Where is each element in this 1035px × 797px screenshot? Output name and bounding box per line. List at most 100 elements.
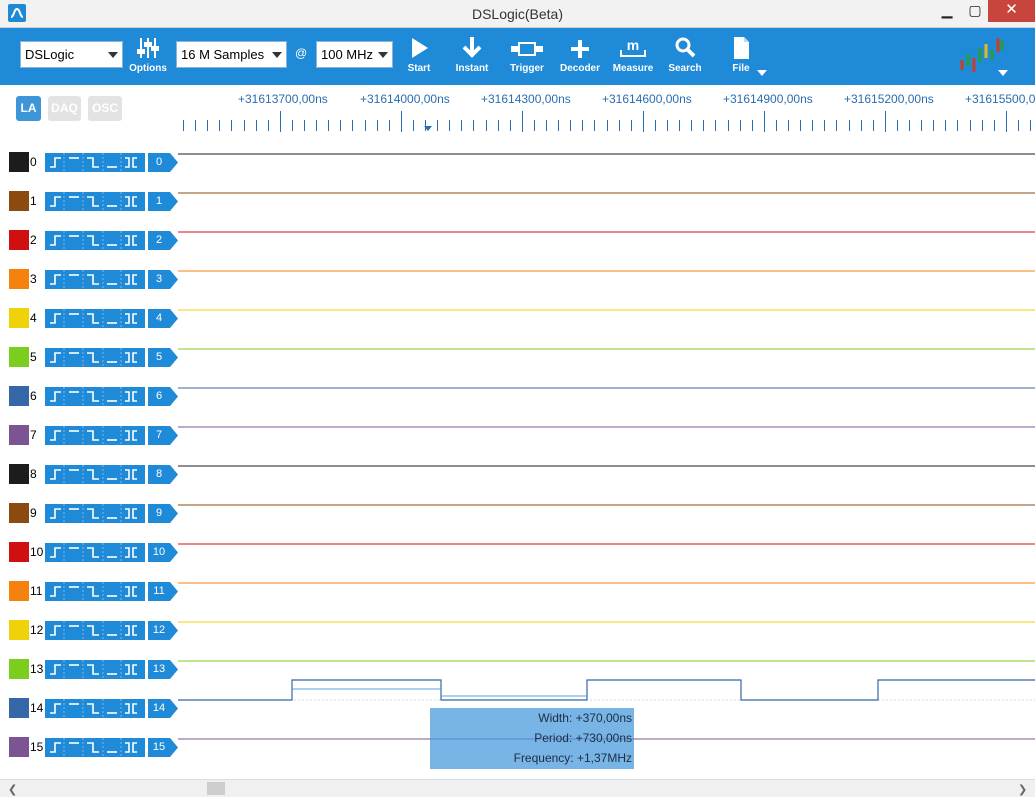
file-menu-arrow-icon[interactable] <box>757 70 767 76</box>
channel-tag[interactable]: 3 <box>148 270 178 289</box>
channel-tag[interactable]: 9 <box>148 504 178 523</box>
channel-tag[interactable]: 2 <box>148 231 178 250</box>
channel-number: 14 <box>30 701 44 715</box>
channel-tag[interactable]: 5 <box>148 348 178 367</box>
channel-tag[interactable]: 13 <box>148 660 178 679</box>
svg-text:m: m <box>627 37 639 53</box>
horizontal-scrollbar[interactable]: ❮ ❯ <box>0 779 1035 797</box>
channel-color-swatch[interactable] <box>9 464 29 484</box>
channel-tag[interactable]: 8 <box>148 465 178 484</box>
mode-tab-osc[interactable]: OSC <box>88 96 122 121</box>
channel-color-swatch[interactable] <box>9 191 29 211</box>
channel-color-swatch[interactable] <box>9 698 29 718</box>
measure-button[interactable]: m Measure <box>613 36 654 80</box>
channel-tag[interactable]: 7 <box>148 426 178 445</box>
mode-tab-daq[interactable]: DAQ <box>48 96 81 121</box>
channel-tag[interactable]: 14 <box>148 699 178 718</box>
channel-tag[interactable]: 11 <box>148 582 178 601</box>
channel-trigger-selector[interactable] <box>45 153 145 172</box>
channel-trigger-selector[interactable] <box>45 192 145 211</box>
ruler-tick <box>461 120 462 131</box>
scroll-thumb[interactable] <box>207 782 225 795</box>
sample-count-select[interactable]: 16 M Samples <box>176 41 287 68</box>
instant-button[interactable]: Instant <box>455 36 489 80</box>
channel-color-swatch[interactable] <box>9 386 29 406</box>
channel-trigger-selector[interactable] <box>45 660 145 679</box>
channel-trigger-selector[interactable] <box>45 582 145 601</box>
minimize-button[interactable]: ▁ <box>932 0 962 22</box>
channel-tag[interactable]: 6 <box>148 387 178 406</box>
channel-color-swatch[interactable] <box>9 503 29 523</box>
channel-color-swatch[interactable] <box>9 269 29 289</box>
channel-trigger-selector[interactable] <box>45 543 145 562</box>
channel-color-swatch[interactable] <box>9 737 29 757</box>
trigger-icon <box>510 36 544 60</box>
channel-color-swatch[interactable] <box>9 152 29 172</box>
mode-tab-la[interactable]: LA <box>16 96 41 121</box>
scroll-left-icon[interactable]: ❮ <box>8 783 17 796</box>
scroll-right-icon[interactable]: ❯ <box>1018 783 1027 796</box>
channel-color-swatch[interactable] <box>9 659 29 679</box>
channel-number: 1 <box>30 194 37 208</box>
start-button[interactable]: Start <box>402 36 436 80</box>
channel-color-swatch[interactable] <box>9 347 29 367</box>
ruler-tick <box>812 120 813 131</box>
waveform-view[interactable] <box>178 136 1035 781</box>
channel-trigger-selector[interactable] <box>45 270 145 289</box>
ruler-tick <box>982 120 983 131</box>
ruler-tick <box>994 120 995 131</box>
trigger-button[interactable]: Trigger <box>510 36 544 80</box>
channel-color-swatch[interactable] <box>9 620 29 640</box>
at-separator: @ <box>295 46 308 60</box>
channel-tag-label: 9 <box>155 507 163 519</box>
maximize-button[interactable]: ▢ <box>960 0 990 22</box>
close-button[interactable]: ✕ <box>988 0 1035 22</box>
ruler-tick <box>631 120 632 131</box>
channel-number: 11 <box>30 584 43 598</box>
channel-trigger-selector[interactable] <box>45 504 145 523</box>
ruler-tick <box>619 120 620 131</box>
options-button[interactable]: Options <box>129 36 167 80</box>
ruler-tick <box>594 120 595 131</box>
channel-color-swatch[interactable] <box>9 581 29 601</box>
channel-tag[interactable]: 10 <box>148 543 178 562</box>
ruler-tick <box>776 120 777 131</box>
channel-number: 13 <box>30 662 44 676</box>
channel-color-swatch[interactable] <box>9 308 29 328</box>
ruler-tick <box>340 120 341 131</box>
cursor-marker-icon[interactable] <box>424 126 432 131</box>
file-button[interactable]: File <box>724 36 758 80</box>
channel-color-swatch[interactable] <box>9 230 29 250</box>
channel-tag[interactable]: 4 <box>148 309 178 328</box>
channel-trigger-selector[interactable] <box>45 309 145 328</box>
decoder-button[interactable]: Decoder <box>560 36 600 80</box>
ruler-tick <box>231 120 232 131</box>
channel-trigger-selector[interactable] <box>45 699 145 718</box>
profile-menu-arrow-icon[interactable] <box>998 70 1008 76</box>
channel-trigger-selector[interactable] <box>45 387 145 406</box>
ruler-tick <box>1030 120 1031 131</box>
ruler-tick <box>933 120 934 131</box>
time-ruler[interactable]: +31613700,00ns +31614000,00ns +31614300,00… <box>178 86 1035 136</box>
ruler-tick <box>413 120 414 131</box>
search-button[interactable]: Search <box>668 36 702 80</box>
arrow-down-icon <box>455 36 489 60</box>
profile-chart-icon[interactable] <box>956 36 1008 74</box>
ruler-tick <box>304 120 305 131</box>
ruler-tick <box>292 120 293 131</box>
sample-rate-select[interactable]: 100 MHz <box>316 41 393 68</box>
channel-trigger-selector[interactable] <box>45 465 145 484</box>
channel-trigger-selector[interactable] <box>45 348 145 367</box>
channel-trigger-selector[interactable] <box>45 426 145 445</box>
channel-trigger-selector[interactable] <box>45 738 145 757</box>
channel-tag[interactable]: 1 <box>148 192 178 211</box>
channel-trigger-selector[interactable] <box>45 621 145 640</box>
channel-color-swatch[interactable] <box>9 542 29 562</box>
channel-tag[interactable]: 12 <box>148 621 178 640</box>
channel-tag[interactable]: 15 <box>148 738 178 757</box>
channel-color-swatch[interactable] <box>9 425 29 445</box>
channel-tag[interactable]: 0 <box>148 153 178 172</box>
ruler-tick <box>667 120 668 131</box>
channel-trigger-selector[interactable] <box>45 231 145 250</box>
device-select[interactable]: DSLogic <box>20 41 123 68</box>
